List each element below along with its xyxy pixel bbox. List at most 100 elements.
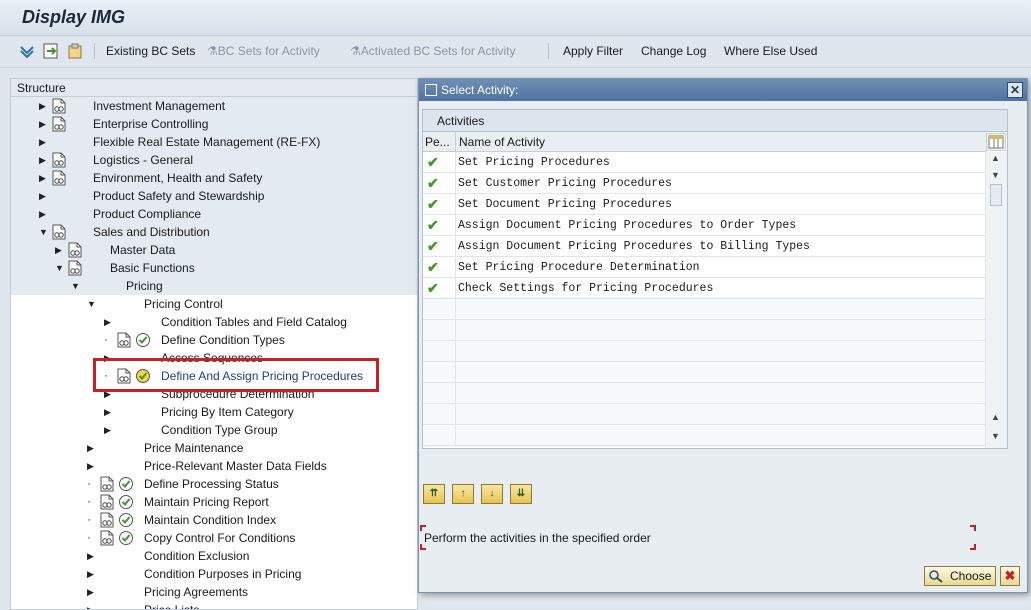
scroll-down-icon[interactable]: ▼ <box>991 431 1000 441</box>
move-to-top-icon[interactable]: ⇈ <box>423 484 445 504</box>
documentation-icon[interactable] <box>116 332 132 348</box>
documentation-icon[interactable] <box>99 512 115 528</box>
clipboard-icon[interactable] <box>66 42 84 60</box>
scroll-down-icon[interactable]: ▼ <box>991 170 1000 180</box>
execute-activity-icon[interactable] <box>118 494 134 510</box>
dialog-icon <box>425 84 437 96</box>
activity-row[interactable]: ✔ Check Settings for Pricing Procedures <box>423 278 986 299</box>
documentation-icon[interactable] <box>67 260 83 276</box>
execute-activity-icon[interactable] <box>118 530 134 546</box>
tree-node[interactable]: ▶ Pricing Agreements <box>11 583 417 601</box>
change-layout-icon[interactable] <box>986 133 1006 151</box>
expand-arrow-icon[interactable]: ▶ <box>87 605 94 609</box>
documentation-icon[interactable] <box>99 494 115 510</box>
expand-arrow-icon[interactable]: ▶ <box>87 551 94 562</box>
expand-arrow-icon[interactable]: ▶ <box>87 461 94 472</box>
expand-arrow-icon[interactable]: ▶ <box>39 173 46 184</box>
tree-node[interactable]: ▶ Condition Exclusion <box>11 547 417 565</box>
expand-arrow-icon[interactable]: ▶ <box>39 101 46 112</box>
tree-node[interactable]: · Copy Control For Conditions <box>11 529 417 547</box>
expand-arrow-icon[interactable]: ▶ <box>104 425 111 436</box>
bc-sets-for-activity-button[interactable]: ⚗BC Sets for Activity <box>207 44 320 58</box>
expand-all-icon[interactable] <box>18 42 36 60</box>
tree-node[interactable]: · Maintain Pricing Report <box>11 493 417 511</box>
activated-bc-sets-button[interactable]: ⚗Activated BC Sets for Activity <box>350 44 516 58</box>
existing-bc-sets-button[interactable]: Existing BC Sets <box>106 44 195 58</box>
move-up-icon[interactable]: ↑ <box>452 484 474 504</box>
scroll-up-icon[interactable]: ▲ <box>991 412 1000 422</box>
move-to-bottom-icon[interactable]: ⇊ <box>510 484 532 504</box>
documentation-icon[interactable] <box>99 530 115 546</box>
collapse-arrow-icon[interactable]: ▼ <box>87 299 96 309</box>
expand-arrow-icon[interactable]: ▶ <box>55 245 62 256</box>
tree-node[interactable]: ▼ Sales and Distribution <box>11 223 417 241</box>
tree-node[interactable]: ▶ Product Safety and Stewardship <box>11 187 417 205</box>
tree-node[interactable]: · Maintain Condition Index <box>11 511 417 529</box>
activity-row[interactable]: ✔ Assign Document Pricing Procedures to B… <box>423 236 986 257</box>
apply-filter-button[interactable]: Apply Filter <box>563 44 623 58</box>
activated-bc-sets-label: Activated BC Sets for Activity <box>360 44 516 58</box>
change-log-button[interactable]: Change Log <box>641 44 706 58</box>
documentation-icon[interactable] <box>51 152 67 168</box>
tree-node[interactable]: ▶ Product Compliance <box>11 205 417 223</box>
documentation-icon[interactable] <box>67 242 83 258</box>
tree-node[interactable]: · Define Processing Status <box>11 475 417 493</box>
execute-icon[interactable] <box>42 42 60 60</box>
tree-node[interactable]: ▶ Condition Type Group <box>11 421 417 439</box>
documentation-icon[interactable] <box>51 170 67 186</box>
tree-node[interactable]: ▶ Price Maintenance <box>11 439 417 457</box>
cancel-icon[interactable]: ✖ <box>1000 566 1020 586</box>
activity-row[interactable]: ✔ Set Pricing Procedure Determination <box>423 257 986 278</box>
tree-node[interactable]: ▶ Environment, Health and Safety <box>11 169 417 187</box>
tree-node[interactable]: ▶ Price Lists <box>11 601 417 609</box>
collapse-arrow-icon[interactable]: ▼ <box>55 263 64 273</box>
expand-arrow-icon[interactable]: ▶ <box>39 137 46 148</box>
expand-arrow-icon[interactable]: ▶ <box>39 155 46 166</box>
where-else-used-button[interactable]: Where Else Used <box>724 44 817 58</box>
move-down-icon[interactable]: ↓ <box>481 484 503 504</box>
column-header-name[interactable]: Name of Activity <box>459 135 545 149</box>
leaf-bullet: · <box>87 476 91 490</box>
expand-arrow-icon[interactable]: ▶ <box>104 317 111 328</box>
tree-node[interactable]: · Define Condition Types <box>11 331 417 349</box>
expand-arrow-icon[interactable]: ▶ <box>39 209 46 220</box>
close-icon[interactable]: ✕ <box>1007 82 1023 98</box>
grid-scrollbar[interactable]: ▲ ▼ ▲ ▼ <box>985 152 1007 448</box>
execute-activity-icon[interactable] <box>118 512 134 528</box>
tree-node[interactable]: ▼ Pricing <box>11 277 417 295</box>
documentation-icon[interactable] <box>51 116 67 132</box>
tree-node[interactable]: ▶ Logistics - General <box>11 151 417 169</box>
tree-node[interactable]: ▶ Flexible Real Estate Management (RE-FX) <box>11 133 417 151</box>
activity-row[interactable]: ✔ Set Pricing Procedures <box>423 152 986 173</box>
tree-node[interactable]: ▼ Basic Functions <box>11 259 417 277</box>
documentation-icon[interactable] <box>51 98 67 114</box>
expand-arrow-icon[interactable]: ▶ <box>87 443 94 454</box>
activity-row[interactable]: ✔ Set Document Pricing Procedures <box>423 194 986 215</box>
tree-node[interactable]: ▶ Condition Tables and Field Catalog <box>11 313 417 331</box>
collapse-arrow-icon[interactable]: ▼ <box>71 281 80 291</box>
tree-node[interactable]: ▶ Condition Purposes in Pricing <box>11 565 417 583</box>
activity-row[interactable]: ✔ Assign Document Pricing Procedures to O… <box>423 215 986 236</box>
expand-arrow-icon[interactable]: ▶ <box>39 119 46 130</box>
expand-arrow-icon[interactable]: ▶ <box>39 191 46 202</box>
documentation-icon[interactable] <box>99 476 115 492</box>
execute-activity-icon[interactable] <box>118 476 134 492</box>
tree-node[interactable]: ▶ Pricing By Item Category <box>11 403 417 421</box>
expand-arrow-icon[interactable]: ▶ <box>104 407 111 418</box>
tree-node[interactable]: ▶ Price-Relevant Master Data Fields <box>11 457 417 475</box>
expand-arrow-icon[interactable]: ▶ <box>87 587 94 598</box>
tree-node[interactable]: ▶ Investment Management <box>11 97 417 115</box>
column-header-performed[interactable]: Pe... <box>425 135 450 149</box>
tree-node[interactable]: ▼ Pricing Control <box>11 295 417 313</box>
execute-activity-icon[interactable] <box>135 332 151 348</box>
choose-button[interactable]: Choose <box>924 566 996 586</box>
scroll-thumb[interactable] <box>990 184 1002 206</box>
scroll-up-icon[interactable]: ▲ <box>991 153 1000 163</box>
documentation-icon[interactable] <box>51 224 67 240</box>
tree-node[interactable]: ▶ Enterprise Controlling <box>11 115 417 133</box>
expand-arrow-icon[interactable]: ▶ <box>87 569 94 580</box>
activity-row[interactable]: ✔ Set Customer Pricing Procedures <box>423 173 986 194</box>
collapse-arrow-icon[interactable]: ▼ <box>39 227 48 237</box>
tree-node[interactable]: ▶ Master Data <box>11 241 417 259</box>
img-structure-tree: Structure ▶ Investment Management ▶ Enterpr… <box>10 78 418 610</box>
